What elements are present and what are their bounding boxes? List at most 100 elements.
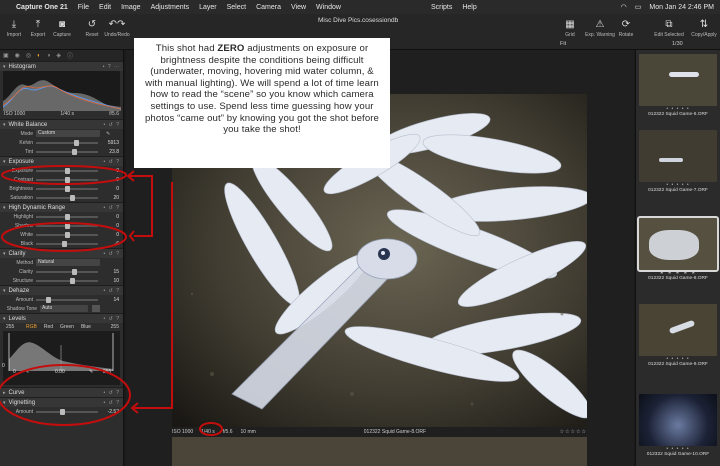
- rotate-button[interactable]: ⟳ Rotate: [612, 18, 640, 38]
- levels-tab-red[interactable]: Red: [44, 324, 53, 330]
- menu-clock[interactable]: Mon Jan 24 2:46 PM: [649, 4, 714, 11]
- black-picker-icon[interactable]: ✎: [25, 369, 29, 375]
- tool-options-icon[interactable]: • ↺ ?: [104, 205, 121, 211]
- vignetting-header[interactable]: ▾ Vignetting • ↺ ?: [0, 397, 123, 407]
- clarity-header[interactable]: ▾ Clarity • ↺ ?: [0, 248, 123, 258]
- tool-options-icon[interactable]: • ↺ ?: [104, 316, 121, 322]
- exposure-header[interactable]: ▾ Exposure • ↺ ?: [0, 156, 123, 166]
- wb-mode-row: Mode Custom ✎: [20, 130, 111, 137]
- curve-header[interactable]: ▸ Curve • ↺ ?: [0, 387, 123, 397]
- clarity-method-row: Method Natural: [0, 258, 123, 267]
- tool-options-icon[interactable]: • ↺ ?: [104, 251, 121, 257]
- copy-apply-icon: ⇅: [699, 19, 709, 30]
- dehaze-header[interactable]: ▾ Dehaze • ↺ ?: [0, 285, 123, 295]
- clarity-slider[interactable]: [36, 268, 98, 275]
- levels-tab-blue[interactable]: Blue: [81, 324, 91, 330]
- metadata-tab-icon[interactable]: ⓘ: [67, 51, 73, 60]
- levels-out-black[interactable]: 0: [13, 369, 16, 375]
- brightness-slider[interactable]: [36, 185, 98, 192]
- white-balance-header[interactable]: ▾ White Balance • ↺ ?: [0, 119, 123, 129]
- edit-selected-icon: ⧉: [665, 19, 673, 30]
- wb-mode-select[interactable]: Custom: [36, 130, 100, 137]
- white-picker-icon[interactable]: ✎: [89, 369, 93, 375]
- battery-icon[interactable]: ▭: [635, 3, 642, 11]
- white-row: White 0: [20, 231, 119, 238]
- chevron-down-icon: ▾: [3, 287, 6, 294]
- menu-window[interactable]: Window: [316, 4, 341, 11]
- tool-options-icon[interactable]: • ↺ ?: [104, 288, 121, 294]
- thumbnail[interactable]: • • • • • 012322 Squid Game-9.ORF: [639, 304, 717, 367]
- menu-edit[interactable]: Edit: [99, 4, 111, 11]
- copy-apply-button[interactable]: ⇅ Copy/Apply: [688, 18, 720, 38]
- menu-scripts[interactable]: Scripts: [431, 4, 452, 11]
- levels-in-black[interactable]: 0: [2, 363, 5, 369]
- shadow-slider[interactable]: [36, 222, 98, 229]
- thumbnail[interactable]: • • • • • 012322 Squid Game-7.ORF: [639, 130, 717, 193]
- details-tab-icon[interactable]: ◈: [56, 52, 61, 59]
- black-slider[interactable]: [36, 240, 98, 247]
- contrast-slider[interactable]: [36, 176, 98, 183]
- color-tab-icon[interactable]: ◑: [47, 53, 51, 59]
- image-browser: • • • • • 012322 Squid Game-6.ORF • • • …: [635, 50, 720, 466]
- menu-file[interactable]: File: [78, 4, 89, 11]
- thumbnail-selected[interactable]: ★ ★ ★ ★ ★ 012322 Squid Game-8.ORF: [637, 216, 719, 281]
- tool-options-icon[interactable]: • ↺ ?: [104, 122, 121, 128]
- menu-help[interactable]: Help: [462, 4, 476, 11]
- white-slider[interactable]: [36, 231, 98, 238]
- browser-shutter-readout: 1/30: [672, 41, 683, 47]
- menu-view[interactable]: View: [291, 4, 306, 11]
- grid-button[interactable]: ▦ Grid: [556, 18, 584, 38]
- levels-in-white[interactable]: 255: [103, 369, 111, 375]
- menu-app-name[interactable]: Capture One 21: [16, 4, 68, 11]
- tool-options-icon[interactable]: • ? ⋯: [103, 64, 120, 70]
- viewer-rating[interactable]: ☆☆☆☆☆: [560, 429, 587, 435]
- levels-midpoint[interactable]: 0.00: [55, 369, 65, 375]
- thumbnail[interactable]: • • • • • 012322 Squid Game-6.ORF: [639, 54, 717, 117]
- callout-body: adjustments on exposure or brightness de…: [145, 43, 379, 136]
- grid-icon: ▦: [565, 19, 575, 30]
- saturation-slider[interactable]: [36, 194, 98, 201]
- thumbnail-caption: 012322 Squid Game-6.ORF: [648, 112, 708, 117]
- capture-tab-icon[interactable]: ◉: [15, 52, 20, 59]
- tint-slider[interactable]: [36, 148, 98, 155]
- menu-layer[interactable]: Layer: [199, 4, 217, 11]
- levels-tab-green[interactable]: Green: [60, 324, 74, 330]
- menu-adjustments[interactable]: Adjustments: [151, 4, 190, 11]
- thumbnail[interactable]: • • • • • 012322 Squid Game-10.ORF: [639, 394, 717, 457]
- edit-selected-button[interactable]: ⧉ Edit Selected: [652, 18, 686, 38]
- menu-camera[interactable]: Camera: [256, 4, 281, 11]
- viewer-filename: 012322 Squid Game-8.ORF: [363, 429, 427, 435]
- shadow-tone-select[interactable]: Auto: [40, 305, 88, 312]
- undo-redo-button[interactable]: ↶↷ Undo/Redo: [102, 18, 132, 38]
- tool-options-icon[interactable]: • ↺ ?: [104, 390, 121, 396]
- lens-tab-icon[interactable]: ◎: [26, 52, 31, 59]
- hdr-header[interactable]: ▾ High Dynamic Range • ↺ ?: [0, 202, 123, 212]
- menu-select[interactable]: Select: [227, 4, 246, 11]
- histogram-header[interactable]: ▾ Histogram • ? ⋯: [0, 61, 123, 71]
- library-tab-icon[interactable]: ▣: [3, 52, 9, 59]
- wifi-icon[interactable]: ◠: [621, 3, 627, 11]
- highlight-slider[interactable]: [36, 213, 98, 220]
- eyedropper-icon[interactable]: ✎: [106, 131, 110, 137]
- clarity-method-select[interactable]: Natural: [36, 259, 100, 266]
- color-swatch[interactable]: [92, 305, 100, 312]
- fit-dropdown[interactable]: Fit: [560, 41, 566, 47]
- tool-options-icon[interactable]: • ↺ ?: [104, 400, 121, 406]
- levels-header[interactable]: ▾ Levels • ↺ ?: [0, 313, 123, 323]
- kelvin-row: Kelvin 5913: [19, 139, 119, 146]
- histogram-shutter: 1/40 s: [60, 111, 75, 117]
- levels-graph[interactable]: 0 ✎ 0.00 ✎ 255 0: [2, 331, 120, 385]
- levels-histogram: [8, 333, 114, 371]
- vignetting-amount-slider[interactable]: [36, 408, 98, 415]
- levels-tab-rgb[interactable]: RGB: [26, 324, 37, 330]
- structure-slider[interactable]: [36, 277, 98, 284]
- kelvin-slider[interactable]: [36, 139, 98, 146]
- exposure-slider[interactable]: [36, 167, 98, 174]
- tool-options-icon[interactable]: • ↺ ?: [104, 159, 121, 165]
- capture-button[interactable]: ◙ Capture: [48, 18, 76, 38]
- exposure-tab-icon[interactable]: ◐: [37, 53, 41, 59]
- chevron-down-icon: ▾: [3, 158, 6, 165]
- dehaze-amount-slider[interactable]: [36, 296, 98, 303]
- exposure-row: Exposure 0: [11, 167, 119, 174]
- menu-image[interactable]: Image: [121, 4, 140, 11]
